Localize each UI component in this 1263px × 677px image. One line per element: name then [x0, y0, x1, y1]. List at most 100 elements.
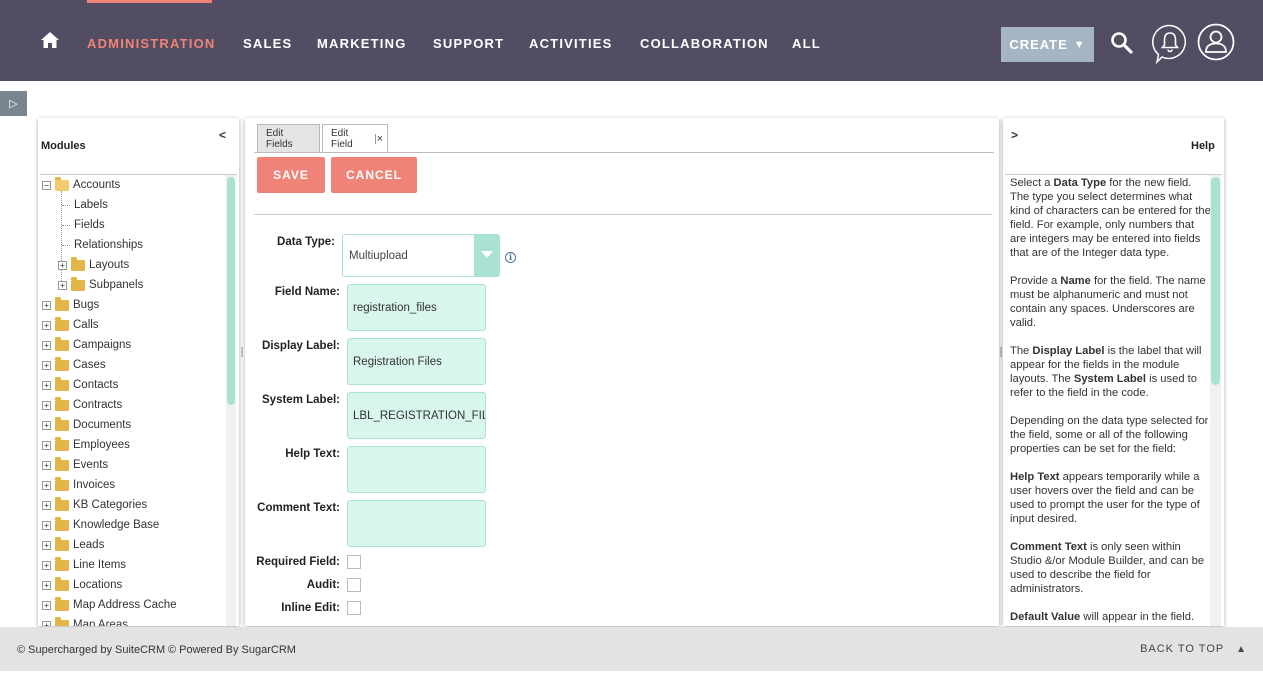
audit-label: Audit: — [306, 579, 340, 591]
tree-folder-item[interactable]: + KB Categories — [42, 496, 147, 511]
expand-node-icon[interactable]: + — [42, 500, 51, 510]
expand-node-icon[interactable]: + — [42, 520, 51, 530]
tree-item-label: Knowledge Base — [73, 519, 160, 531]
back-to-top-label: BACK TO TOP — [1140, 643, 1225, 655]
module-tree: + Map Areas + Map Address Cache + Locations + L… — [40, 174, 237, 626]
tree-folder-item[interactable]: + Leads — [42, 536, 105, 551]
expand-node-icon[interactable]: + — [42, 300, 51, 310]
chevron-down-icon[interactable] — [474, 235, 499, 276]
tree-leaf-item[interactable]: Labels — [62, 199, 108, 211]
nav-support[interactable]: SUPPORT — [433, 36, 504, 51]
expand-node-icon[interactable]: + — [42, 400, 51, 410]
expand-node-icon[interactable]: + — [42, 480, 51, 490]
chevron-down-icon: ▼ — [1073, 38, 1086, 51]
close-icon[interactable]: × — [374, 134, 383, 145]
search-icon[interactable] — [1110, 31, 1134, 55]
folder-icon — [55, 356, 69, 371]
nav-activities[interactable]: ACTIVITIES — [529, 36, 613, 51]
tree-folder-item[interactable]: + Subpanels — [58, 276, 143, 291]
tree-folder-item[interactable]: + Locations — [42, 576, 122, 591]
tree-folder-item[interactable]: + Map Areas — [42, 616, 128, 626]
expand-node-icon[interactable]: + — [42, 320, 51, 330]
help-paragraph: The Display Label is the label that will… — [1010, 344, 1212, 400]
footer-suitecrm-link[interactable]: © Supercharged by SuiteCRM — [17, 644, 165, 656]
expand-node-icon[interactable]: + — [42, 380, 51, 390]
user-profile-icon[interactable] — [1197, 23, 1235, 61]
tree-folder-item[interactable]: + Contracts — [42, 396, 122, 411]
comment-text-label: Comment Text: — [257, 502, 340, 514]
expand-node-icon[interactable]: + — [42, 560, 51, 570]
home-icon[interactable] — [40, 31, 60, 49]
tab-edit-fields[interactable]: Edit Fields — [257, 124, 320, 153]
tree-folder-item[interactable]: + Bugs — [42, 296, 99, 311]
info-icon[interactable]: i — [505, 252, 516, 263]
required-field-checkbox[interactable] — [347, 555, 361, 569]
expand-node-icon[interactable]: + — [42, 340, 51, 350]
nav-marketing[interactable]: MARKETING — [317, 36, 407, 51]
collapse-node-icon[interactable]: − — [42, 180, 51, 190]
help-scrollbar[interactable] — [1210, 175, 1221, 626]
inline-edit-checkbox[interactable] — [347, 601, 361, 615]
help-scroll-thumb[interactable] — [1211, 177, 1220, 385]
tree-folder-item[interactable]: + Map Address Cache — [42, 596, 177, 611]
data-type-select[interactable]: Multiupload — [342, 234, 500, 277]
expand-node-icon[interactable]: + — [42, 460, 51, 470]
nav-all[interactable]: ALL — [792, 36, 821, 51]
save-button[interactable]: SAVE — [257, 157, 325, 193]
expand-node-icon[interactable]: + — [42, 620, 51, 626]
cancel-button[interactable]: CANCEL — [331, 157, 417, 193]
tree-folder-item[interactable]: + Documents — [42, 416, 132, 431]
tree-leaf-item[interactable]: Relationships — [62, 239, 143, 251]
system-label-input[interactable]: LBL_REGISTRATION_FILES — [347, 392, 486, 439]
tree-item-label: Documents — [73, 419, 132, 431]
help-text-label: Help Text: — [285, 448, 340, 460]
tree-folder-item[interactable]: + Line Items — [42, 556, 126, 571]
top-navigation-bar: ADMINISTRATION SALES MARKETING SUPPORT A… — [0, 0, 1263, 81]
tree-folder-item[interactable]: + Knowledge Base — [42, 516, 160, 531]
field-name-label: Field Name: — [274, 286, 340, 298]
comment-text-input[interactable] — [347, 500, 486, 547]
create-button[interactable]: CREATE ▼ — [1001, 27, 1094, 62]
collapse-left-icon[interactable]: < — [219, 128, 226, 142]
nav-administration[interactable]: ADMINISTRATION — [87, 36, 216, 51]
expand-node-icon[interactable]: + — [42, 580, 51, 590]
tree-leaf-item[interactable]: Fields — [62, 219, 105, 231]
expand-node-icon[interactable]: + — [58, 260, 67, 270]
expand-node-icon[interactable]: + — [42, 440, 51, 450]
expand-node-icon[interactable]: + — [58, 280, 67, 290]
field-name-input[interactable]: registration_files — [347, 284, 486, 331]
tab-edit-field[interactable]: Edit Field × — [322, 124, 388, 153]
tree-item-label: Map Address Cache — [73, 599, 177, 611]
tree-item-label: Leads — [73, 539, 105, 551]
display-label-value: Registration Files — [353, 355, 442, 368]
tree-folder-item[interactable]: + Contacts — [42, 376, 118, 391]
tree-folder-item[interactable]: + Layouts — [58, 256, 129, 271]
sidebar-toggle-button[interactable]: ▷ — [0, 91, 27, 116]
back-to-top-link[interactable]: BACK TO TOP ▲ — [1140, 643, 1247, 655]
nav-collaboration[interactable]: COLLABORATION — [640, 36, 769, 51]
help-text-input[interactable] — [347, 446, 486, 493]
tree-folder-item[interactable]: + Campaigns — [42, 336, 131, 351]
tree-item-label: Labels — [74, 199, 108, 211]
tree-folder-item[interactable]: − Accounts — [42, 176, 120, 191]
tree-folder-item[interactable]: + Employees — [42, 436, 130, 451]
nav-sales[interactable]: SALES — [243, 36, 292, 51]
footer-sugarcrm-link[interactable]: © Powered By SugarCRM — [168, 644, 296, 656]
left-splitter-handle[interactable] — [241, 347, 243, 357]
right-splitter-handle[interactable] — [1000, 347, 1002, 357]
tree-folder-item[interactable]: + Events — [42, 456, 108, 471]
folder-icon — [55, 576, 69, 591]
expand-right-icon[interactable]: > — [1011, 128, 1018, 142]
expand-node-icon[interactable]: + — [42, 600, 51, 610]
folder-icon — [55, 336, 69, 351]
tree-folder-item[interactable]: + Cases — [42, 356, 106, 371]
expand-node-icon[interactable]: + — [42, 420, 51, 430]
expand-node-icon[interactable]: + — [42, 540, 51, 550]
display-label-input[interactable]: Registration Files — [347, 338, 486, 385]
folder-icon — [55, 296, 69, 311]
audit-checkbox[interactable] — [347, 578, 361, 592]
tree-folder-item[interactable]: + Calls — [42, 316, 99, 331]
expand-node-icon[interactable]: + — [42, 360, 51, 370]
notification-bell-icon[interactable] — [1152, 24, 1188, 64]
tree-folder-item[interactable]: + Invoices — [42, 476, 115, 491]
